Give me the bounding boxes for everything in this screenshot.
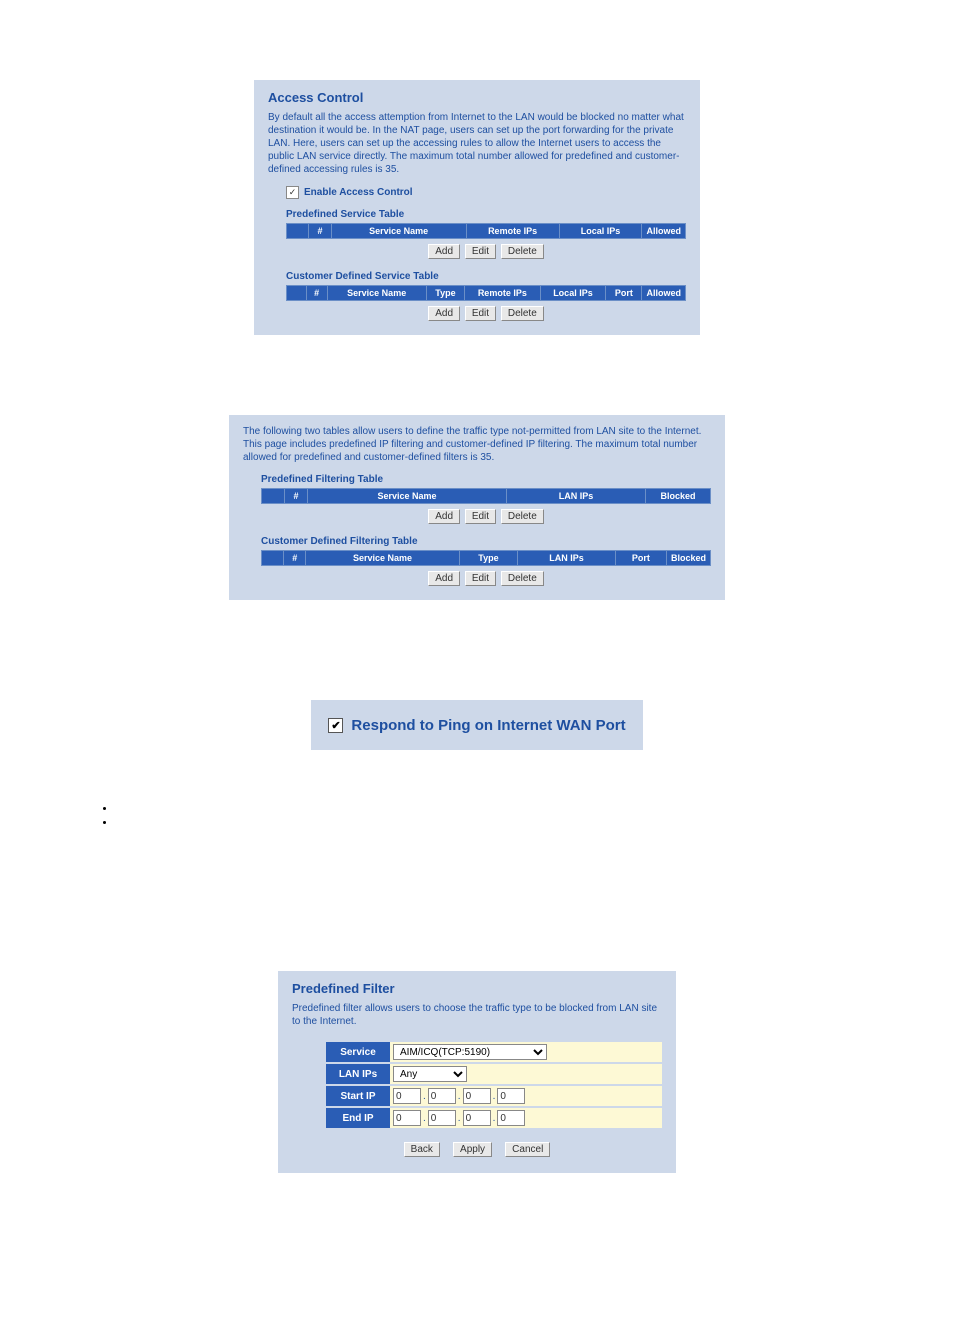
start-ip-octet-3[interactable] [463, 1088, 491, 1104]
service-select[interactable]: AIM/ICQ(TCP:5190) [393, 1044, 547, 1060]
end-ip-octet-2[interactable] [428, 1110, 456, 1126]
col-type: Type [426, 286, 464, 301]
add-button[interactable]: Add [428, 306, 460, 321]
customer-defined-filtering-table-label: Customer Defined Filtering Table [261, 536, 711, 547]
col-checkbox [287, 224, 309, 239]
lan-ips-label: LAN IPs [326, 1064, 390, 1084]
col-type: Type [459, 551, 518, 566]
col-remote-ips: Remote IPs [466, 224, 559, 239]
predef-filtering-table-label: Predefined Filtering Table [261, 474, 711, 485]
respond-ping-panel: ✔ Respond to Ping on Internet WAN Port [311, 700, 643, 750]
apply-button[interactable]: Apply [453, 1142, 492, 1157]
col-blocked: Blocked [666, 551, 710, 566]
list-item: . [115, 803, 867, 814]
col-allowed: Allowed [642, 224, 686, 239]
add-button[interactable]: Add [428, 571, 460, 586]
cancel-button[interactable]: Cancel [505, 1142, 550, 1157]
col-checkbox [262, 489, 285, 504]
start-ip-octet-2[interactable] [428, 1088, 456, 1104]
filtering-desc: The following two tables allow users to … [243, 425, 711, 464]
bullet-list: . . [87, 790, 867, 841]
edit-button[interactable]: Edit [465, 306, 496, 321]
col-local-ips: Local IPs [559, 224, 642, 239]
end-ip-octet-3[interactable] [463, 1110, 491, 1126]
col-service-name: Service Name [331, 224, 466, 239]
predef-filtering-table: # Service Name LAN IPs Blocked [261, 488, 711, 504]
col-num: # [284, 551, 306, 566]
edit-button[interactable]: Edit [465, 509, 496, 524]
col-checkbox [287, 286, 307, 301]
service-label: Service [326, 1042, 390, 1062]
delete-button[interactable]: Delete [501, 509, 544, 524]
col-port: Port [606, 286, 642, 301]
col-remote-ips: Remote IPs [465, 286, 541, 301]
list-item: . [115, 817, 867, 828]
col-local-ips: Local IPs [540, 286, 606, 301]
col-num: # [309, 224, 331, 239]
enable-access-control-checkbox[interactable]: ✓ [286, 186, 299, 199]
start-ip-octet-4[interactable] [497, 1088, 525, 1104]
filtering-panel: The following two tables allow users to … [229, 415, 725, 600]
add-button[interactable]: Add [428, 244, 460, 259]
predef-service-table: # Service Name Remote IPs Local IPs Allo… [286, 223, 686, 239]
delete-button[interactable]: Delete [501, 306, 544, 321]
col-lan-ips: LAN IPs [507, 489, 646, 504]
predef-service-table-label: Predefined Service Table [286, 209, 686, 220]
col-num: # [306, 286, 327, 301]
start-ip-label: Start IP [326, 1086, 390, 1106]
col-lan-ips: LAN IPs [518, 551, 615, 566]
col-service-name: Service Name [306, 551, 459, 566]
edit-button[interactable]: Edit [465, 244, 496, 259]
end-ip-octet-1[interactable] [393, 1110, 421, 1126]
delete-button[interactable]: Delete [501, 571, 544, 586]
delete-button[interactable]: Delete [501, 244, 544, 259]
col-service-name: Service Name [327, 286, 426, 301]
access-control-title: Access Control [268, 90, 686, 105]
respond-ping-checkbox[interactable]: ✔ [328, 718, 343, 733]
add-button[interactable]: Add [428, 509, 460, 524]
edit-button[interactable]: Edit [465, 571, 496, 586]
col-service-name: Service Name [308, 489, 507, 504]
col-checkbox [262, 551, 284, 566]
end-ip-label: End IP [326, 1108, 390, 1128]
customer-defined-filtering-table: # Service Name Type LAN IPs Port Blocked [261, 550, 711, 566]
col-blocked: Blocked [646, 489, 711, 504]
access-control-panel: Access Control By default all the access… [254, 80, 700, 335]
back-button[interactable]: Back [404, 1142, 440, 1157]
predefined-filter-desc: Predefined filter allows users to choose… [292, 1002, 662, 1028]
customer-defined-service-table-label: Customer Defined Service Table [286, 271, 686, 282]
lan-ips-select[interactable]: Any [393, 1066, 467, 1082]
enable-access-control-label: Enable Access Control [304, 187, 413, 198]
respond-ping-label: Respond to Ping on Internet WAN Port [351, 717, 625, 734]
predefined-filter-title: Predefined Filter [292, 981, 662, 996]
customer-defined-service-table: # Service Name Type Remote IPs Local IPs… [286, 285, 686, 301]
start-ip-octet-1[interactable] [393, 1088, 421, 1104]
col-port: Port [615, 551, 666, 566]
access-control-desc: By default all the access attemption fro… [268, 111, 686, 176]
col-num: # [285, 489, 308, 504]
predefined-filter-panel: Predefined Filter Predefined filter allo… [278, 971, 676, 1173]
col-allowed: Allowed [642, 286, 686, 301]
end-ip-octet-4[interactable] [497, 1110, 525, 1126]
